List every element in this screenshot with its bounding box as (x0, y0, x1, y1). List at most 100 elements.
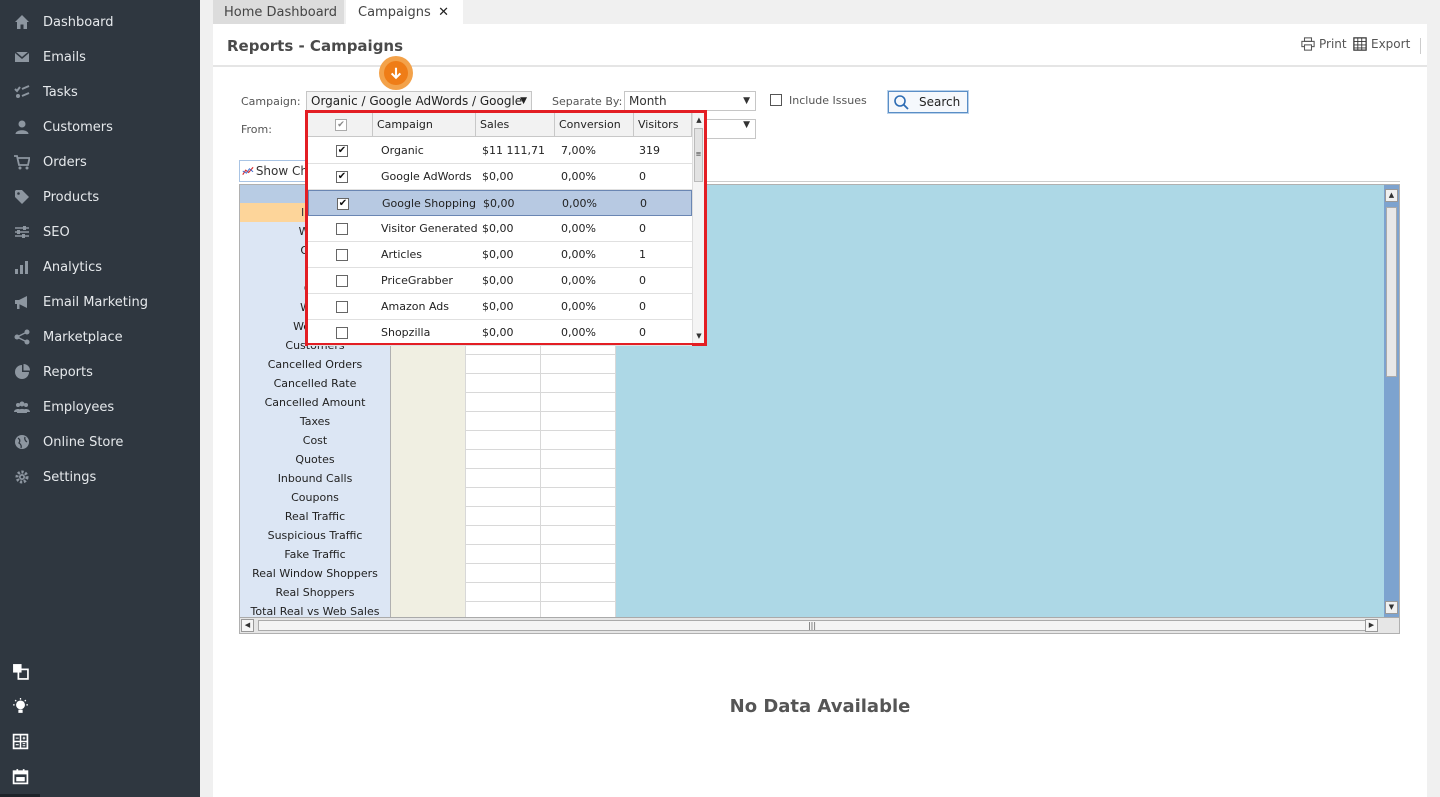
table-row[interactable]: Real Shoppers (240, 583, 616, 602)
tab-home-dashboard[interactable]: Home Dashboard (213, 0, 344, 24)
table-row[interactable]: Cancelled Orders (240, 355, 616, 374)
campaign-dropdown[interactable]: ✔ Campaign Sales Conversion Visitors ✔ Or… (305, 110, 707, 346)
search-button[interactable]: Search (887, 90, 969, 114)
option-checkbox[interactable]: ✔ (336, 145, 348, 157)
scroll-up-icon[interactable]: ▲ (1385, 189, 1398, 202)
campaign-option[interactable]: ✔ Google Shopping $0,00 0,00% 0 (308, 190, 692, 216)
sidebar-item-employees[interactable]: Employees (0, 392, 200, 422)
column-header-visitors[interactable]: Visitors (634, 113, 692, 137)
scroll-down-icon[interactable]: ▼ (694, 331, 704, 341)
sidebar-item-label: Employees (43, 399, 115, 415)
chevron-down-icon: ▼ (743, 120, 750, 130)
sidebar-item-reports[interactable]: Reports (0, 357, 200, 387)
campaign-option[interactable]: Visitor Generated $0,00 0,00% 0 (308, 216, 692, 242)
option-visitors: 0 (640, 197, 647, 210)
horizontal-scrollbar[interactable]: ◀ ||| ▶ (240, 617, 1399, 633)
scroll-right-icon[interactable]: ▶ (1365, 619, 1378, 632)
scroll-thumb[interactable]: ≡ (694, 128, 703, 182)
option-checkbox[interactable] (336, 327, 348, 339)
table-row[interactable]: Coupons (240, 488, 616, 507)
scroll-down-icon[interactable]: ▼ (1385, 601, 1398, 614)
campaign-option[interactable]: Shopzilla $0,00 0,00% 0 (308, 320, 692, 346)
column-header-conversion[interactable]: Conversion (555, 113, 634, 137)
table-row[interactable]: Real Window Shoppers (240, 564, 616, 583)
scroll-up-icon[interactable]: ▲ (694, 115, 704, 125)
table-cell (541, 488, 616, 507)
close-icon[interactable]: ✕ (438, 5, 449, 20)
campaign-option[interactable]: PriceGrabber $0,00 0,00% 0 (308, 268, 692, 294)
tab-bar: Home Dashboard Campaigns ✕ (200, 0, 1440, 24)
option-sales: $0,00 (482, 222, 514, 235)
sidebar-item-orders[interactable]: Orders (0, 147, 200, 177)
table-row[interactable]: Inbound Calls (240, 469, 616, 488)
sidebar-item-marketplace[interactable]: Marketplace (0, 322, 200, 352)
table-row[interactable]: Cancelled Rate (240, 374, 616, 393)
column-header-sales[interactable]: Sales (476, 113, 555, 137)
include-issues-checkbox[interactable] (770, 94, 782, 106)
sidebar-item-customers[interactable]: Customers (0, 112, 200, 142)
separate-by-select[interactable]: Month ▼ (624, 91, 756, 111)
chevron-down-icon: ▼ (743, 96, 750, 106)
table-row[interactable]: Suspicious Traffic (240, 526, 616, 545)
calendar-icon[interactable] (11, 767, 29, 785)
option-visitors: 0 (639, 170, 646, 183)
option-checkbox[interactable] (336, 249, 348, 261)
campaign-option[interactable]: Amazon Ads $0,00 0,00% 0 (308, 294, 692, 320)
row-label: Quotes (240, 450, 391, 469)
table-row[interactable]: Total Real vs Web Sales (240, 602, 616, 617)
table-cell (541, 583, 616, 602)
tab-label: Home Dashboard (224, 4, 338, 20)
campaign-label: Campaign: (241, 95, 301, 108)
table-row[interactable]: Fake Traffic (240, 545, 616, 564)
sidebar-item-products[interactable]: Products (0, 182, 200, 212)
scroll-thumb[interactable] (1386, 207, 1397, 377)
option-checkbox[interactable] (336, 223, 348, 235)
campaign-option[interactable]: ✔ Organic $11 111,71 7,00% 319 (308, 138, 692, 164)
megaphone-icon (12, 294, 31, 310)
tab-campaigns[interactable]: Campaigns ✕ (346, 0, 463, 24)
show-chart-button[interactable]: Show Ch (239, 160, 309, 182)
option-checkbox[interactable] (336, 275, 348, 287)
table-row[interactable]: Cost (240, 431, 616, 450)
option-conversion: 7,00% (561, 144, 596, 157)
calculator-icon[interactable] (11, 732, 29, 750)
tab-label: Campaigns (358, 4, 431, 20)
table-cell (391, 507, 466, 526)
show-chart-label: Show Ch (255, 164, 308, 178)
campaign-option[interactable]: Articles $0,00 0,00% 1 (308, 242, 692, 268)
option-checkbox[interactable]: ✔ (337, 198, 349, 210)
sidebar-item-analytics[interactable]: Analytics (0, 252, 200, 282)
sidebar-item-tasks[interactable]: Tasks (0, 77, 200, 107)
spreadsheet-icon (1353, 37, 1367, 51)
table-row[interactable]: Quotes (240, 450, 616, 469)
sidebar-item-label: Reports (43, 364, 93, 380)
dropdown-scrollbar[interactable]: ▲ ≡ ▼ (692, 113, 704, 343)
sidebar-item-emails[interactable]: Emails (0, 42, 200, 72)
windows-icon[interactable] (11, 662, 29, 680)
print-button[interactable]: Print (1301, 37, 1347, 51)
to-date-select[interactable]: ▼ (700, 119, 756, 139)
table-row[interactable]: Taxes (240, 412, 616, 431)
vertical-scrollbar[interactable]: ▲ ▼ (1384, 185, 1399, 617)
select-all-checkbox[interactable]: ✔ (308, 113, 373, 137)
option-checkbox[interactable]: ✔ (336, 171, 348, 183)
table-row[interactable]: Cancelled Amount (240, 393, 616, 412)
sidebar-item-dashboard[interactable]: Dashboard (0, 7, 200, 37)
option-checkbox[interactable] (336, 301, 348, 313)
scroll-left-icon[interactable]: ◀ (241, 619, 254, 632)
table-cell (466, 450, 541, 469)
sidebar-item-settings[interactable]: Settings (0, 462, 200, 492)
sidebar-item-seo[interactable]: SEO (0, 217, 200, 247)
scroll-thumb[interactable]: ||| (258, 620, 1366, 631)
search-label: Search (919, 95, 961, 109)
table-row[interactable]: Real Traffic (240, 507, 616, 526)
option-campaign: Organic (381, 144, 424, 157)
export-button[interactable]: Export (1353, 37, 1410, 51)
campaign-option[interactable]: ✔ Google AdWords $0,00 0,00% 0 (308, 164, 692, 190)
column-header-campaign[interactable]: Campaign (373, 113, 476, 137)
sidebar-item-email-marketing[interactable]: Email Marketing (0, 287, 200, 317)
option-campaign: Shopzilla (381, 326, 431, 339)
sidebar-item-label: SEO (43, 224, 70, 240)
campaign-select[interactable]: Organic / Google AdWords / Google ▼ (306, 91, 532, 111)
sidebar-item-online-store[interactable]: Online Store (0, 427, 200, 457)
